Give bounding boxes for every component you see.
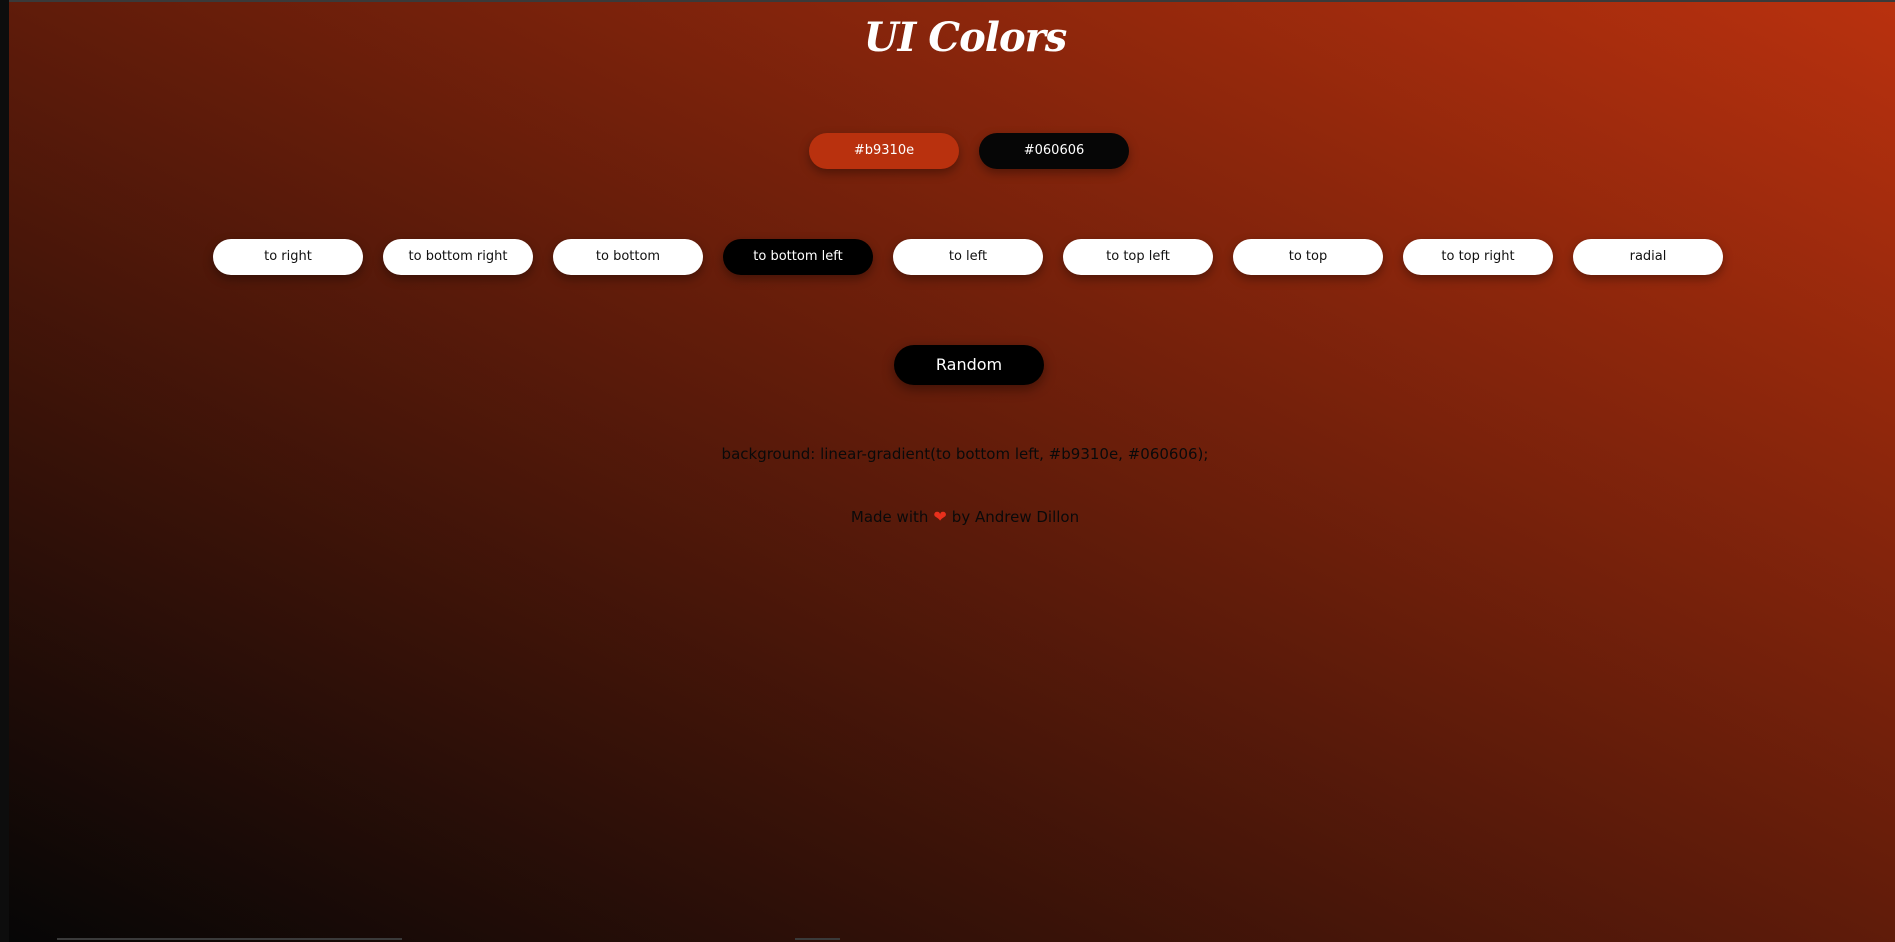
credit-author[interactable]: by Andrew Dillon [952,508,1079,526]
credit-prefix: Made with [850,508,929,526]
css-output[interactable]: background: linear-gradient(to bottom le… [9,445,1895,463]
bottom-scrollbar-segment [795,938,840,940]
direction-to-top-right-button[interactable]: to top right [1403,239,1553,275]
gradient-preview: UI Colors #b9310e #060606 to right to bo… [9,2,1895,942]
direction-to-top-left-button[interactable]: to top left [1063,239,1213,275]
direction-to-right-button[interactable]: to right [213,239,363,275]
direction-to-bottom-left-button[interactable]: to bottom left [723,239,873,275]
random-button[interactable]: Random [894,345,1044,385]
color-one-button[interactable]: #b9310e [809,133,959,169]
page-title: UI Colors [863,14,1068,61]
direction-to-bottom-right-button[interactable]: to bottom right [383,239,533,275]
heart-icon: ❤ [933,507,947,526]
direction-to-top-button[interactable]: to top [1233,239,1383,275]
bottom-scrollbar-segment [57,938,402,940]
color-two-button[interactable]: #060606 [979,133,1129,169]
direction-to-left-button[interactable]: to left [893,239,1043,275]
credit-line: Made with ❤ by Andrew Dillon [9,507,1895,526]
direction-radial-button[interactable]: radial [1573,239,1723,275]
window-left-border [0,0,9,942]
direction-to-bottom-button[interactable]: to bottom [553,239,703,275]
